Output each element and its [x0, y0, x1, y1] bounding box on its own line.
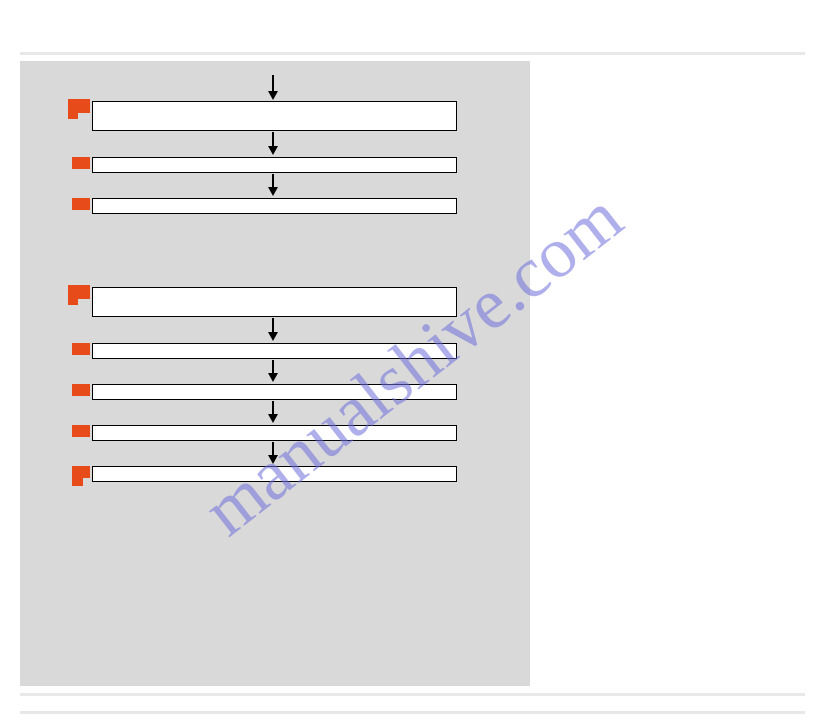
flowchart-step [92, 198, 457, 214]
arrow-down-icon [268, 360, 278, 382]
step-marker-icon [68, 285, 78, 305]
divider-bottom-2 [20, 711, 805, 714]
step-marker-icon [72, 343, 90, 355]
flowchart-step [92, 157, 457, 173]
arrow-down-icon [268, 401, 278, 423]
step-marker-icon [72, 470, 83, 486]
arrow-down-icon [268, 174, 278, 196]
arrow-down-icon [268, 318, 278, 341]
step-marker-icon [72, 384, 90, 396]
arrow-down-icon [268, 442, 278, 464]
arrow-down-icon [268, 75, 278, 100]
flowchart-step [92, 466, 457, 482]
flowchart-step [92, 343, 457, 359]
divider-bottom-1 [20, 693, 805, 696]
step-marker-icon [72, 157, 90, 169]
flowchart-step [92, 287, 457, 317]
flowchart-step [92, 101, 457, 131]
step-marker-icon [72, 425, 90, 437]
divider-top [20, 52, 805, 55]
flowchart-step [92, 425, 457, 441]
arrow-down-icon [268, 132, 278, 155]
step-marker-icon [68, 99, 78, 119]
diagram-panel [20, 61, 530, 686]
step-marker-icon [72, 198, 90, 210]
flowchart-step [92, 384, 457, 400]
